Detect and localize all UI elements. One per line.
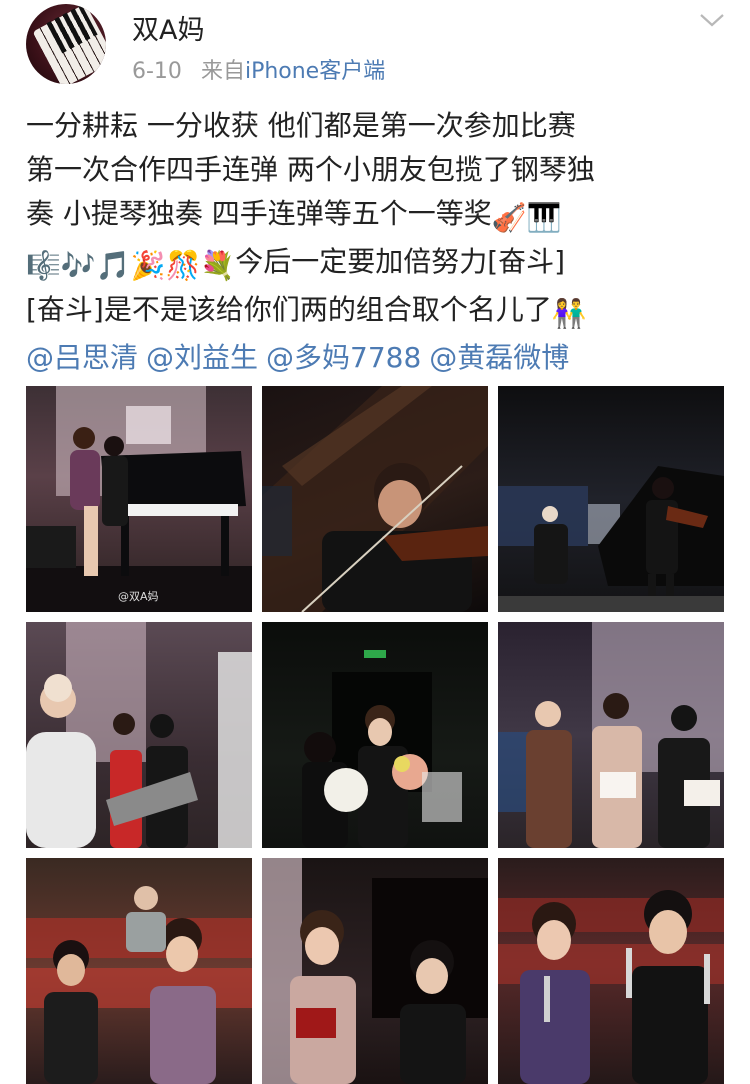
photo-watermark: @双A妈 [118, 590, 159, 603]
chevron-down-icon[interactable] [698, 8, 726, 32]
post-line-4-text: 今后一定要加倍努力[奋斗] [235, 245, 566, 278]
flowers-backstage-scene [302, 650, 462, 848]
post-body: 一分耕耘 一分收获 他们都是第一次参加比赛 第一次合作四手连弹 两个小朋友包揽了… [26, 104, 726, 380]
post-line-4: 🎼🎶🎵🎉🎊💐今后一定要加倍努力[奋斗] [26, 240, 726, 288]
photo-grid: @双A妈 [26, 386, 724, 1084]
photo-piano-duet[interactable]: @双A妈 [26, 386, 252, 612]
couple-emoji-icon: 👫 [551, 297, 587, 330]
post-source[interactable]: iPhone客户端 [245, 59, 385, 84]
post-meta: 6-10 来自iPhone客户端 [132, 53, 385, 85]
mention-lv-siqing[interactable]: @吕思清 [26, 341, 138, 374]
photo-violin-with-piano[interactable] [498, 386, 724, 612]
post-line-5-text: [奋斗]是不是该给你们两的组合取个名儿了 [26, 293, 552, 326]
source-prefix: 来自 [200, 59, 245, 84]
photo-flowers-backstage[interactable] [262, 622, 488, 848]
mention-huang-lei[interactable]: @黄磊微博 [429, 341, 569, 374]
stage-certificates-scene [262, 858, 488, 1084]
musical-notes-emoji-icon: 🎶 [60, 249, 96, 282]
photo-award-presentation[interactable] [26, 622, 252, 848]
musical-score-emoji-icon: 🎼 [26, 249, 61, 282]
photo-stage-certificates[interactable] [262, 858, 488, 1084]
holding-trophies-scene [498, 890, 724, 1084]
audience-seated-scene [26, 886, 252, 1084]
avatar[interactable] [26, 4, 106, 84]
post-line-3-text: 奏 小提琴独奏 四手连弹等五个一等奖 [26, 197, 492, 230]
award-presentation-scene [26, 622, 252, 848]
certificates-stage-scene [498, 622, 724, 848]
post-line-5: [奋斗]是不是该给你们两的组合取个名儿了👫 [26, 288, 726, 336]
username[interactable]: 双A妈 [132, 8, 204, 47]
violin-piano-scene [498, 466, 724, 612]
piano-duet-scene [26, 386, 252, 612]
piano-emoji-icon: 🎹 [526, 201, 562, 234]
musical-note-emoji-icon: 🎵 [95, 249, 131, 282]
post-line-2: 第一次合作四手连弹 两个小朋友包揽了钢琴独 [26, 153, 595, 186]
photo-audience-seated[interactable] [26, 858, 252, 1084]
mentions: @吕思清 @刘益生 @多妈7788 @黄磊微博 [26, 336, 726, 380]
post-line-3: 奏 小提琴独奏 四手连弹等五个一等奖🎻🎹 [26, 192, 726, 240]
photo-holding-trophies[interactable] [498, 858, 724, 1084]
violin-closeup-scene [262, 386, 488, 612]
photo-violin-closeup[interactable] [262, 386, 488, 612]
post-date: 6-10 [132, 59, 182, 84]
mention-duoma[interactable]: @多妈7788 [266, 341, 421, 374]
violin-emoji-icon: 🎻 [491, 201, 527, 234]
post-line-1: 一分耕耘 一分收获 他们都是第一次参加比赛 [26, 109, 576, 142]
confetti-ball-emoji-icon: 🎊 [165, 249, 201, 282]
photo-certificates-stage[interactable] [498, 622, 724, 848]
mention-liu-yisheng[interactable]: @刘益生 [146, 341, 258, 374]
party-popper-emoji-icon: 🎉 [130, 249, 166, 282]
bouquet-emoji-icon: 💐 [200, 249, 236, 282]
